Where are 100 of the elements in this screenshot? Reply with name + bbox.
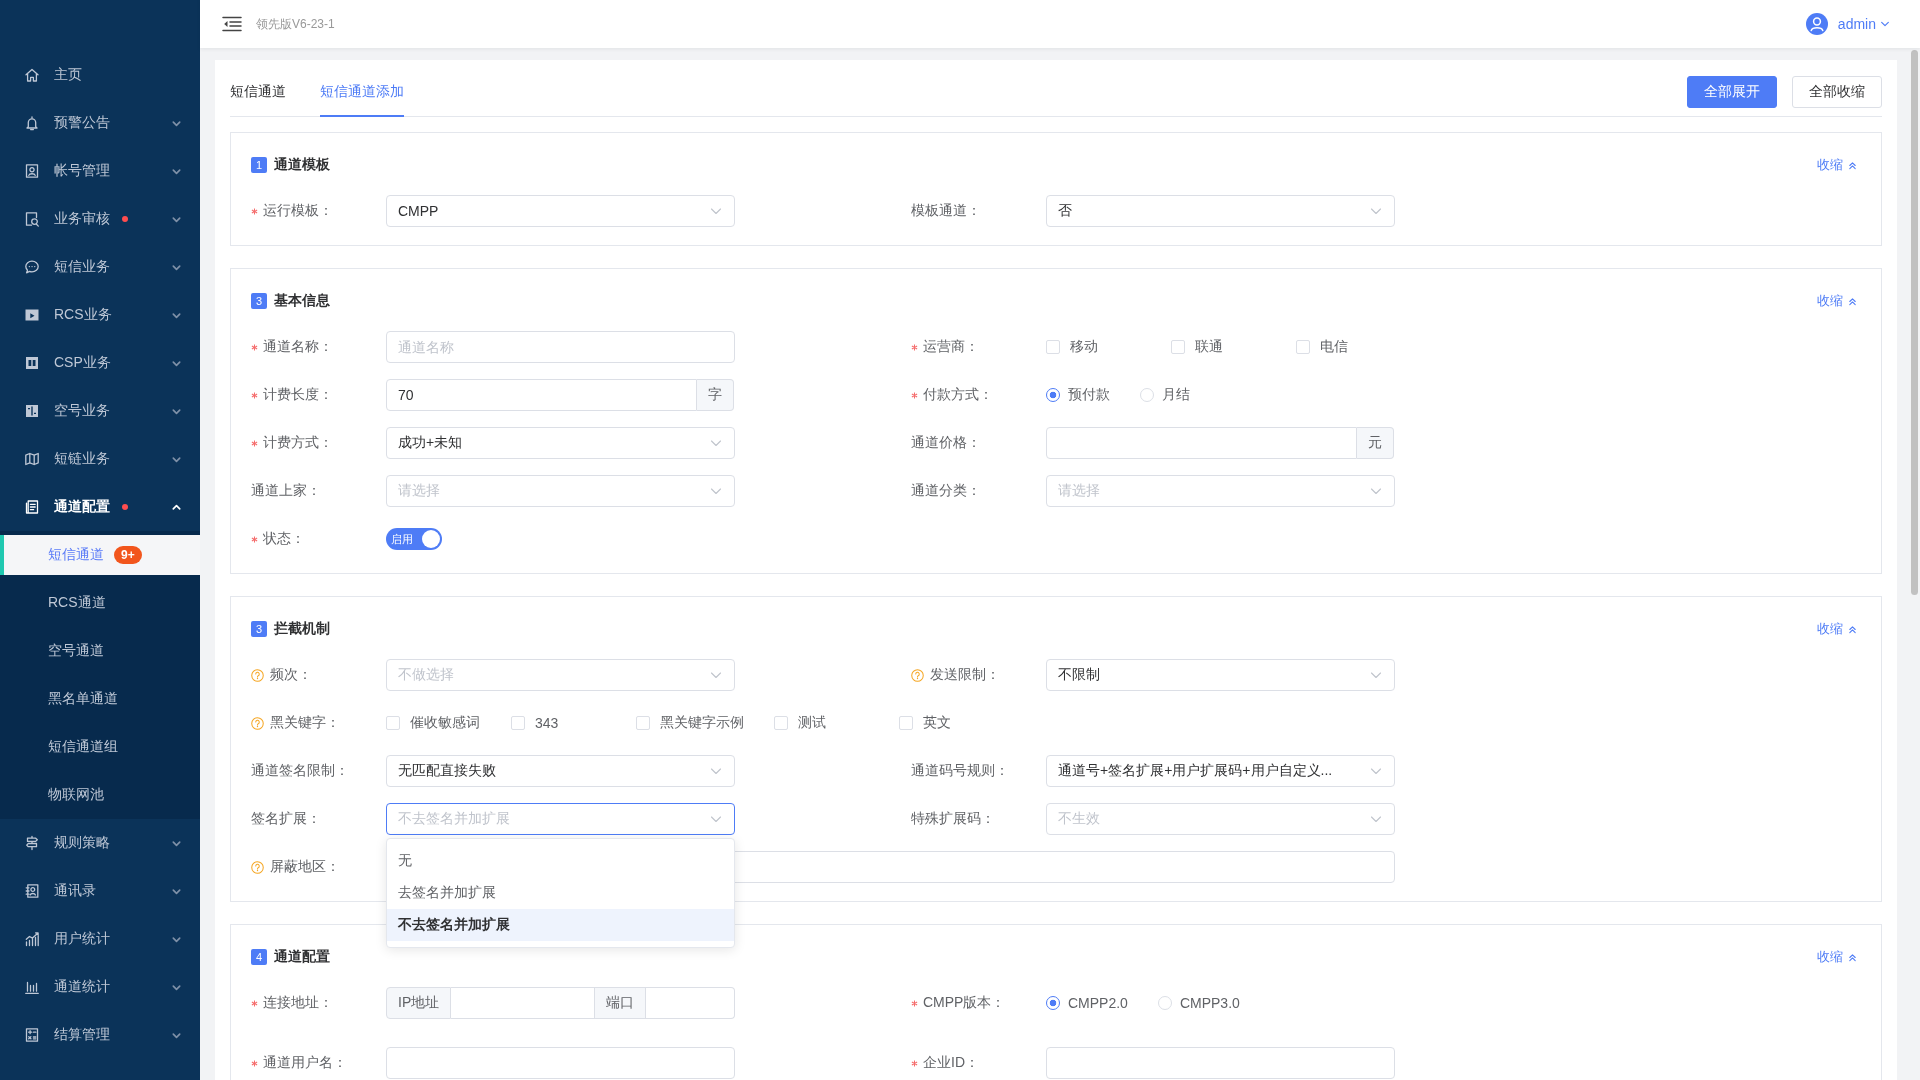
checkbox[interactable] bbox=[1046, 340, 1060, 354]
help-icon[interactable] bbox=[251, 716, 264, 730]
field-label: 模板通道： bbox=[911, 202, 981, 220]
select-field[interactable]: 否 bbox=[1046, 195, 1395, 227]
field-label: 签名扩展： bbox=[251, 810, 321, 828]
checkbox[interactable] bbox=[636, 716, 650, 730]
text-field[interactable] bbox=[386, 1047, 735, 1079]
radio-label: 预付款 bbox=[1068, 386, 1110, 404]
submenu-item[interactable]: 短信通道组 bbox=[0, 727, 200, 767]
chevron-down-icon bbox=[1370, 205, 1382, 217]
caret-down-icon bbox=[1880, 19, 1890, 29]
select-field[interactable]: CMPP bbox=[386, 195, 735, 227]
dropdown-option[interactable]: 不去签名并加扩展 bbox=[387, 909, 734, 941]
chevron-down-icon bbox=[1370, 485, 1382, 497]
sidebar-item[interactable]: 通道配置 bbox=[0, 483, 200, 531]
sidebar-item[interactable]: 通道统计 bbox=[0, 963, 200, 1011]
chevron-down-icon bbox=[710, 813, 722, 825]
sidebar-item[interactable]: 预警公告 bbox=[0, 99, 200, 147]
submenu-item[interactable]: 短信通道 9+ bbox=[0, 535, 200, 575]
sidebar-item[interactable]: 主页 bbox=[0, 51, 200, 99]
scrollbar-thumb[interactable] bbox=[1910, 50, 1918, 595]
collapse-link[interactable]: 收缩 bbox=[1817, 620, 1857, 638]
sidebar-item[interactable]: 帐号管理 bbox=[0, 147, 200, 195]
addon-label: 端口 bbox=[595, 987, 647, 1019]
dropdown-option[interactable]: 无 bbox=[387, 845, 734, 877]
field-label: 通道用户名： bbox=[263, 1054, 347, 1072]
user-menu-button[interactable]: admin bbox=[1837, 16, 1890, 32]
sidebar-item[interactable]: 通讯录 bbox=[0, 867, 200, 915]
submenu-item[interactable]: RCS通道 bbox=[0, 583, 200, 623]
collapse-link[interactable]: 收缩 bbox=[1817, 292, 1857, 310]
field-label: 频次： bbox=[270, 666, 312, 684]
text-field[interactable]: 70 bbox=[386, 379, 697, 411]
help-icon[interactable] bbox=[251, 668, 264, 682]
chevron-down-icon bbox=[710, 669, 722, 681]
dropdown-option[interactable]: 去签名并加扩展 bbox=[387, 877, 734, 909]
tab[interactable]: 短信通道添加 bbox=[320, 68, 404, 117]
sidebar-item[interactable]: RCS业务 bbox=[0, 291, 200, 339]
sidebar-item[interactable]: 用户统计 bbox=[0, 915, 200, 963]
toggle-switch[interactable]: 启用 bbox=[386, 528, 442, 550]
checkbox[interactable] bbox=[1171, 340, 1185, 354]
text-field[interactable] bbox=[1046, 1047, 1395, 1079]
sidebar-item[interactable]: 业务审核 bbox=[0, 195, 200, 243]
text-field[interactable] bbox=[451, 987, 596, 1019]
help-icon[interactable] bbox=[251, 860, 264, 874]
checkbox-label: 移动 bbox=[1070, 338, 1098, 356]
sidebar-item[interactable]: 短链业务 bbox=[0, 435, 200, 483]
sidebar-item[interactable]: 规则策略 bbox=[0, 819, 200, 867]
radio-label: 月结 bbox=[1162, 386, 1190, 404]
sidebar-item[interactable]: 空号业务 bbox=[0, 387, 200, 435]
section-title: 通道配置 bbox=[274, 948, 330, 966]
signpost-icon bbox=[24, 835, 40, 851]
chevron-down-icon bbox=[1370, 765, 1382, 777]
chevron-down-icon bbox=[710, 205, 722, 217]
section-number: 4 bbox=[251, 949, 267, 965]
addon-label: IP地址 bbox=[386, 987, 452, 1019]
field-label: 状态： bbox=[263, 530, 305, 548]
document-icon bbox=[24, 499, 40, 515]
text-field[interactable]: 通道名称 bbox=[386, 331, 735, 363]
sidebar-item[interactable]: 结算管理 bbox=[0, 1011, 200, 1059]
checkbox[interactable] bbox=[1296, 340, 1310, 354]
field-label: 特殊扩展码： bbox=[911, 810, 995, 828]
submenu-item[interactable]: 空号通道 bbox=[0, 631, 200, 671]
radio-label: CMPP3.0 bbox=[1179, 995, 1240, 1011]
checkbox[interactable] bbox=[386, 716, 400, 730]
help-icon[interactable] bbox=[911, 668, 924, 682]
double-chevron-up-icon bbox=[1848, 160, 1857, 170]
select-field[interactable]: 无匹配直接失败 bbox=[386, 755, 735, 787]
checkbox-label: 黑关键字示例 bbox=[660, 714, 744, 732]
tab[interactable]: 短信通道 bbox=[230, 68, 286, 117]
checkbox[interactable] bbox=[511, 716, 525, 730]
double-chevron-up-icon bbox=[1848, 624, 1857, 634]
chevron-down-icon bbox=[1370, 669, 1382, 681]
checkbox[interactable] bbox=[774, 716, 788, 730]
section-number: 3 bbox=[251, 293, 267, 309]
sidebar-item[interactable]: CSP业务 bbox=[0, 339, 200, 387]
radio-button[interactable] bbox=[1046, 996, 1060, 1010]
sidebar-item[interactable]: 短信业务 bbox=[0, 243, 200, 291]
select-field[interactable]: 不限制 bbox=[1046, 659, 1395, 691]
text-field[interactable] bbox=[646, 987, 735, 1019]
select-field[interactable]: 成功+未知 bbox=[386, 427, 735, 459]
checkbox-label: 联通 bbox=[1195, 338, 1223, 356]
field-label: 付款方式： bbox=[923, 386, 993, 404]
field-label: 发送限制： bbox=[930, 666, 1000, 684]
menu-fold-icon[interactable] bbox=[222, 16, 242, 32]
collapse-link[interactable]: 收缩 bbox=[1817, 948, 1857, 966]
user-avatar-icon[interactable] bbox=[1805, 13, 1828, 35]
text-field[interactable] bbox=[1046, 427, 1357, 459]
select-field[interactable]: 通道号+签名扩展+用户扩展码+用户自定义... bbox=[1046, 755, 1395, 787]
field-label: 通道签名限制： bbox=[251, 762, 349, 780]
action-button[interactable]: 全部展开 bbox=[1687, 76, 1777, 108]
radio-button[interactable] bbox=[1046, 388, 1060, 402]
submenu-item[interactable]: 黑名单通道 bbox=[0, 679, 200, 719]
submenu-item[interactable]: 物联网池 bbox=[0, 775, 200, 815]
home-icon bbox=[24, 67, 40, 83]
checkbox[interactable] bbox=[899, 716, 913, 730]
count-badge: 9+ bbox=[114, 546, 142, 564]
checkbox-label: 测试 bbox=[798, 714, 826, 732]
collapse-link[interactable]: 收缩 bbox=[1817, 156, 1857, 174]
action-button[interactable]: 全部收缩 bbox=[1792, 76, 1882, 108]
unit-label: 元 bbox=[1357, 427, 1394, 459]
